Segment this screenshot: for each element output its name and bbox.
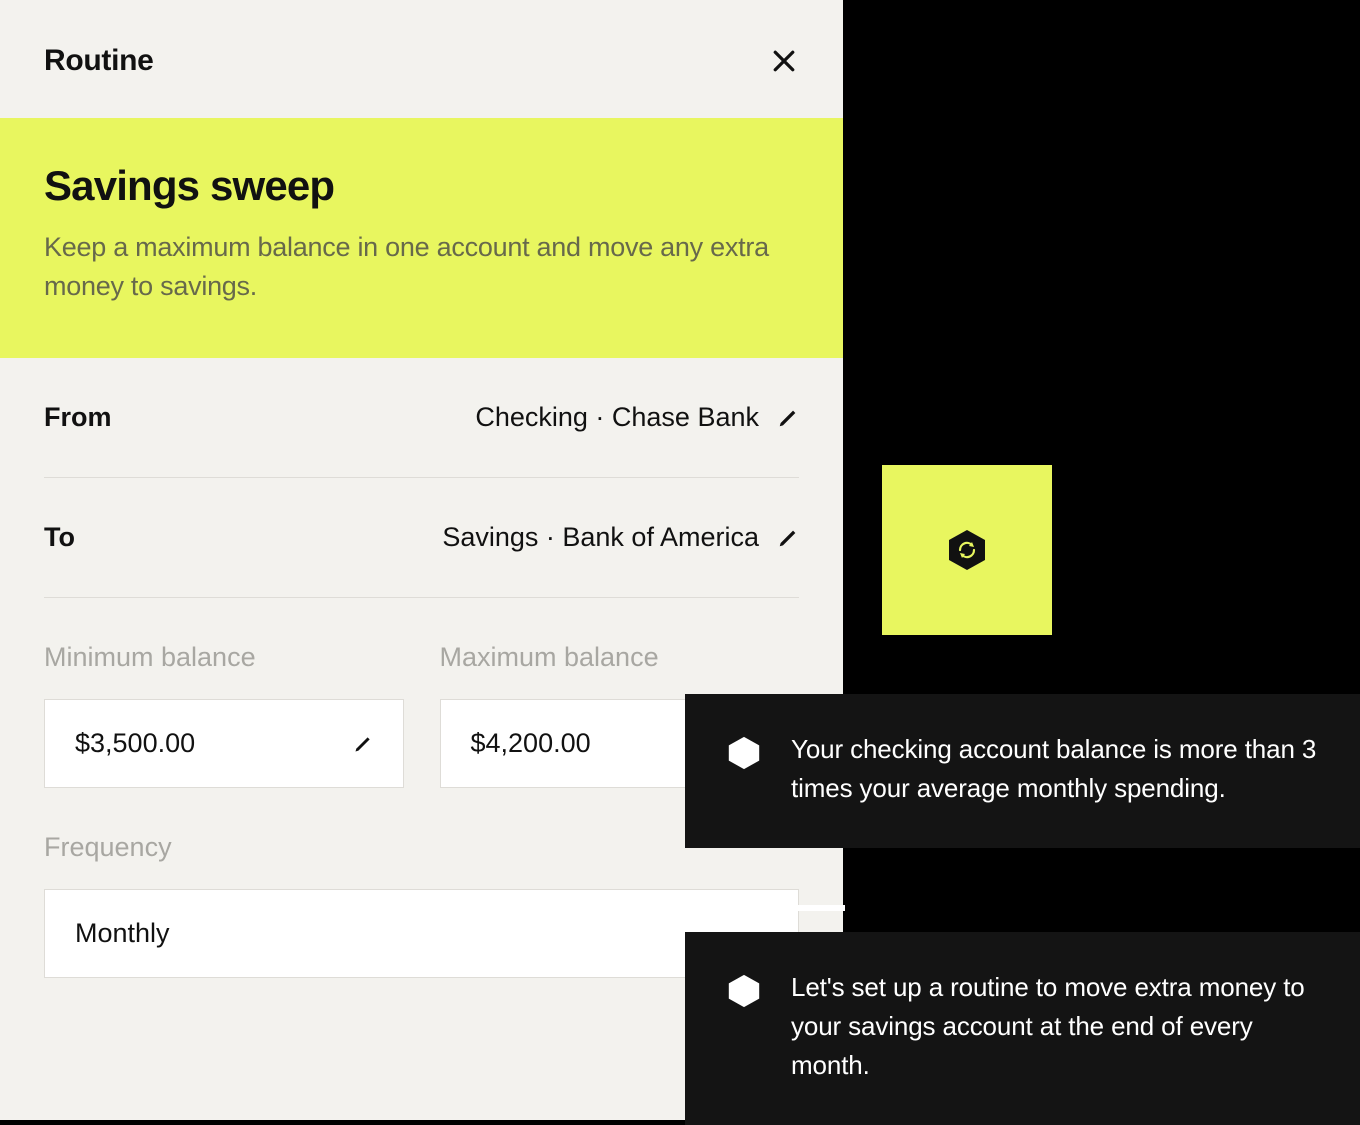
min-balance-label: Minimum balance (44, 642, 404, 673)
pencil-icon (777, 527, 799, 549)
from-account-row: From Checking · Chase Bank (44, 358, 799, 478)
max-balance-label: Maximum balance (440, 642, 800, 673)
min-balance-value: $3,500.00 (75, 728, 195, 759)
banner-title: Savings sweep (44, 162, 799, 210)
to-label: To (44, 522, 75, 553)
pencil-icon (353, 734, 373, 754)
hexagon-icon (725, 972, 763, 1010)
panel-header: Routine (0, 0, 843, 118)
max-balance-value: $4,200.00 (471, 728, 591, 759)
min-balance-field: Minimum balance $3,500.00 (44, 642, 404, 788)
card-connector (685, 905, 845, 911)
notification-card-2: Let's set up a routine to move extra mon… (685, 932, 1360, 1125)
pencil-icon (777, 407, 799, 429)
edit-min-button[interactable] (353, 734, 373, 754)
notification-1-text: Your checking account balance is more th… (791, 730, 1320, 808)
accent-tile (882, 465, 1052, 635)
notification-card-1: Your checking account balance is more th… (685, 694, 1360, 848)
notification-2-text: Let's set up a routine to move extra mon… (791, 968, 1320, 1085)
page-title: Routine (44, 44, 154, 78)
min-balance-input[interactable]: $3,500.00 (44, 699, 404, 788)
banner-description: Keep a maximum balance in one account an… (44, 228, 799, 306)
to-account-row: To Savings · Bank of America (44, 478, 799, 598)
close-icon (769, 46, 799, 76)
from-value: Checking · Chase Bank (475, 402, 759, 433)
hexagon-icon (725, 734, 763, 772)
to-value: Savings · Bank of America (442, 522, 759, 553)
banner: Savings sweep Keep a maximum balance in … (0, 118, 843, 358)
from-label: From (44, 402, 112, 433)
sync-icon (943, 526, 991, 574)
edit-from-button[interactable] (777, 407, 799, 429)
frequency-value: Monthly (75, 918, 170, 949)
edit-to-button[interactable] (777, 527, 799, 549)
sync-badge (943, 526, 991, 574)
close-button[interactable] (769, 46, 799, 76)
